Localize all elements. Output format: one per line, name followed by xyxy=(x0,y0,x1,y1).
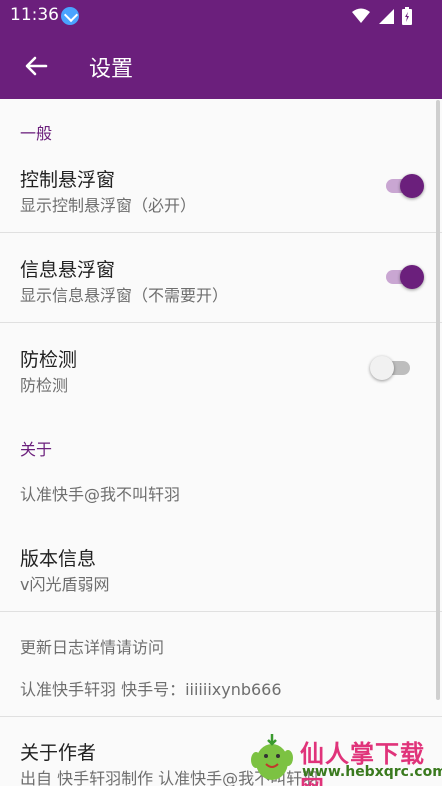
pref-summary: v闪光盾弱网 xyxy=(20,575,110,594)
divider xyxy=(0,322,442,323)
switch-thumb xyxy=(370,356,394,380)
wifi-icon xyxy=(352,8,370,23)
pref-summary: 认准快手轩羽 快手号：iiiiiixynb666 xyxy=(20,680,282,699)
watermark-url: www.hebxqrc.com xyxy=(302,764,442,780)
pref-title: 控制悬浮窗 xyxy=(20,169,116,191)
app-toolbar: 设置 xyxy=(0,32,442,99)
divider xyxy=(0,232,442,233)
switch-thumb xyxy=(400,174,424,198)
status-time: 11:36 xyxy=(10,5,59,25)
divider xyxy=(0,716,442,717)
pref-summary: 防检测 xyxy=(20,376,69,395)
pref-summary: 显示控制悬浮窗（必开） xyxy=(20,196,197,215)
scrollbar[interactable] xyxy=(436,100,440,700)
section-header-general: 一般 xyxy=(20,124,53,143)
switch-thumb xyxy=(400,265,424,289)
download-icon xyxy=(61,7,79,25)
pref-summary: 更新日志详情请访问 xyxy=(20,638,165,657)
page-title: 设置 xyxy=(89,57,134,82)
signal-icon xyxy=(379,9,394,24)
pref-title: 信息悬浮窗 xyxy=(20,259,116,281)
pref-title: 关于作者 xyxy=(20,742,97,764)
arrow-left-icon[interactable] xyxy=(20,50,52,82)
cactus-logo-icon xyxy=(251,734,293,780)
watermark: 仙人掌下载网 www.hebxqrc.com xyxy=(246,730,442,786)
pref-summary: 显示信息悬浮窗（不需要开） xyxy=(20,286,229,305)
divider xyxy=(0,611,442,612)
pref-title: 防检测 xyxy=(20,349,78,371)
info-overlay-switch[interactable] xyxy=(380,261,424,293)
anti-detect-switch[interactable] xyxy=(370,352,414,384)
pref-summary: 认准快手@我不叫轩羽 xyxy=(20,485,181,504)
section-header-about: 关于 xyxy=(20,440,53,459)
battery-charging-icon xyxy=(402,7,412,25)
system-icons xyxy=(352,7,412,25)
pref-title: 版本信息 xyxy=(20,548,97,570)
status-bar: 11:36 xyxy=(0,0,442,32)
control-overlay-switch[interactable] xyxy=(380,170,424,202)
